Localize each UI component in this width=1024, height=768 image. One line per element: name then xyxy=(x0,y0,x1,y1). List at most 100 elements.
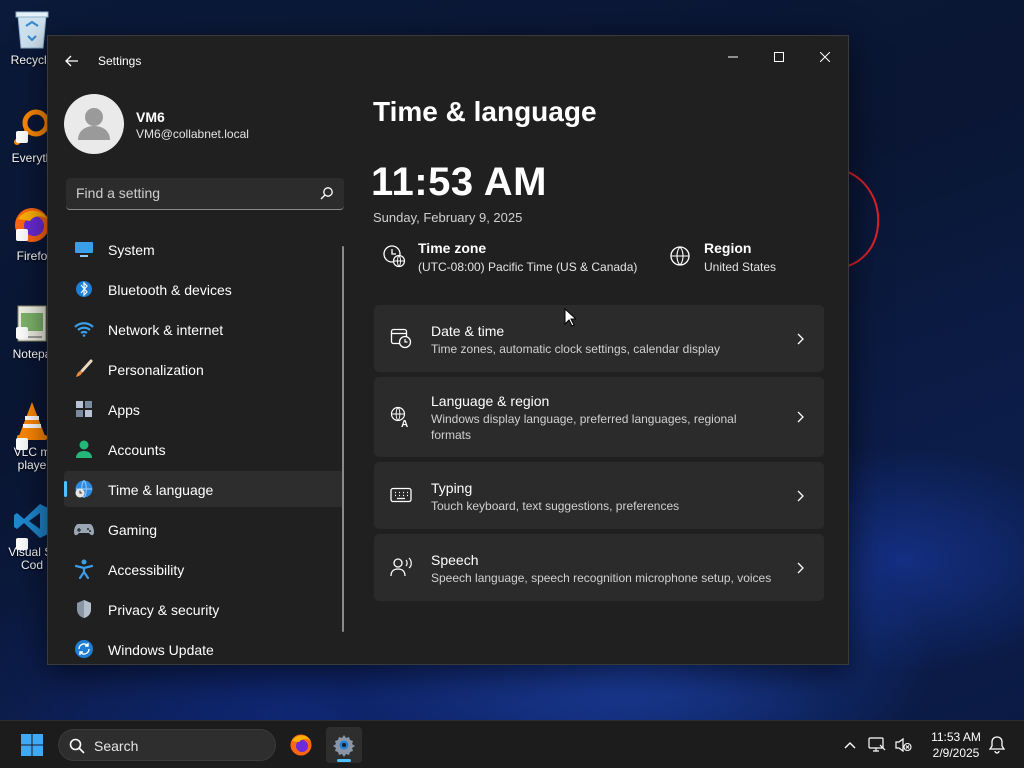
shield-icon xyxy=(74,599,94,619)
settings-window: Settings VM6 VM6@collabnet.local System … xyxy=(47,35,849,665)
timezone-value: (UTC-08:00) Pacific Time (US & Canada) xyxy=(418,260,638,274)
chevron-right-icon xyxy=(797,562,804,574)
sidebar-item-bluetooth[interactable]: Bluetooth & devices xyxy=(64,271,344,307)
card-description: Windows display language, preferred lang… xyxy=(431,412,737,442)
notification-bell-icon[interactable] xyxy=(987,735,1007,755)
avatar xyxy=(64,94,124,154)
monitor-icon xyxy=(74,239,94,259)
region-title: Region xyxy=(704,240,752,256)
shortcut-arrow-icon xyxy=(16,438,28,450)
minimize-button[interactable] xyxy=(710,42,756,72)
wifi-icon xyxy=(74,319,94,339)
sidebar-item-time-language[interactable]: Time & language xyxy=(64,471,344,507)
red-annotation-stroke xyxy=(847,171,880,267)
taskbar-search[interactable]: Search xyxy=(58,729,276,761)
sidebar-item-personalization[interactable]: Personalization xyxy=(64,351,344,387)
arrow-left-icon xyxy=(65,55,78,67)
date-time-card[interactable]: Date & time Time zones, automatic clock … xyxy=(374,305,824,372)
search-icon[interactable] xyxy=(320,186,334,200)
current-date: Sunday, February 9, 2025 xyxy=(373,210,523,225)
sidebar-item-label: Privacy & security xyxy=(108,602,220,618)
shortcut-arrow-icon xyxy=(16,538,28,550)
sidebar-nav: System Bluetooth & devices Network & int… xyxy=(64,231,344,671)
globe-clock-icon xyxy=(74,479,94,499)
search-icon xyxy=(69,738,85,754)
maximize-icon xyxy=(774,52,784,62)
sidebar-scrollbar[interactable] xyxy=(342,246,344,632)
user-email: VM6@collabnet.local xyxy=(136,127,249,141)
card-title: Typing xyxy=(431,480,473,496)
sidebar-item-label: Bluetooth & devices xyxy=(108,282,232,298)
timezone-title: Time zone xyxy=(418,240,487,256)
taskbar-settings[interactable] xyxy=(326,727,362,763)
calendar-clock-icon xyxy=(390,327,412,349)
sidebar-item-accessibility[interactable]: Accessibility xyxy=(64,551,344,587)
sidebar-item-label: Accessibility xyxy=(108,562,185,578)
settings-search[interactable] xyxy=(66,178,344,210)
sidebar-item-apps[interactable]: Apps xyxy=(64,391,344,427)
language-region-card[interactable]: A Language & region Windows display lang… xyxy=(374,377,824,457)
card-description: Touch keyboard, text suggestions, prefer… xyxy=(431,499,680,513)
sidebar-item-accounts[interactable]: Accounts xyxy=(64,431,344,467)
taskbar-firefox[interactable] xyxy=(283,727,319,763)
sidebar-item-privacy[interactable]: Privacy & security xyxy=(64,591,344,627)
close-button[interactable] xyxy=(802,42,848,72)
taskbar-time: 11:53 AM xyxy=(931,730,981,744)
card-description: Speech language, speech recognition micr… xyxy=(431,571,772,585)
volume-muted-icon[interactable] xyxy=(894,737,912,753)
sidebar-item-network[interactable]: Network & internet xyxy=(64,311,344,347)
minimize-icon xyxy=(728,56,738,58)
shortcut-arrow-icon xyxy=(16,327,28,339)
chevron-right-icon xyxy=(797,490,804,502)
language-icon: A xyxy=(390,406,412,428)
person-icon xyxy=(74,439,94,459)
svg-text:A: A xyxy=(401,419,408,428)
brush-icon xyxy=(74,359,94,379)
typing-card[interactable]: Typing Touch keyboard, text suggestions,… xyxy=(374,462,824,529)
windows-logo-icon xyxy=(21,734,43,756)
taskbar-clock[interactable]: 11:53 AM 2/9/2025 xyxy=(924,729,988,761)
chevron-right-icon xyxy=(797,333,804,345)
user-name: VM6 xyxy=(136,109,165,125)
person-silhouette-icon xyxy=(78,108,110,140)
sidebar-item-label: Gaming xyxy=(108,522,158,538)
taskbar-search-label: Search xyxy=(94,738,139,754)
network-icon[interactable] xyxy=(868,737,886,753)
sidebar-item-label: Personalization xyxy=(108,362,204,378)
region-value: United States xyxy=(704,260,777,274)
speech-card[interactable]: Speech Speech language, speech recogniti… xyxy=(374,534,824,601)
keyboard-icon xyxy=(390,484,412,506)
mouse-pointer-icon xyxy=(564,308,576,327)
show-hidden-icons-button[interactable] xyxy=(840,735,860,755)
shortcut-arrow-icon xyxy=(16,229,28,241)
speech-icon xyxy=(390,556,412,578)
maximize-button[interactable] xyxy=(756,42,802,72)
chevron-right-icon xyxy=(797,411,804,423)
globe-icon xyxy=(670,246,690,266)
update-icon xyxy=(74,639,94,659)
taskbar-date: 2/9/2025 xyxy=(932,746,980,760)
current-time: 11:53 AM xyxy=(371,160,547,204)
gear-icon xyxy=(333,735,355,757)
window-title: Settings xyxy=(98,54,142,68)
card-description: Time zones, automatic clock settings, ca… xyxy=(431,342,721,356)
bluetooth-icon xyxy=(74,279,94,299)
shortcut-arrow-icon xyxy=(16,131,28,143)
start-button[interactable] xyxy=(14,731,50,759)
back-button[interactable] xyxy=(62,51,82,71)
sidebar-item-label: Windows Update xyxy=(108,642,214,658)
settings-search-input[interactable] xyxy=(66,178,306,208)
chevron-up-icon xyxy=(844,742,856,749)
sidebar-item-system[interactable]: System xyxy=(64,231,344,267)
close-icon xyxy=(820,52,830,62)
firefox-icon xyxy=(290,734,312,756)
taskbar: Search 11:53 AM 2/9/2025 xyxy=(0,720,1024,768)
sidebar-item-label: Time & language xyxy=(108,482,214,498)
sidebar-item-gaming[interactable]: Gaming xyxy=(64,511,344,547)
sidebar-item-windows-update[interactable]: Windows Update xyxy=(64,631,344,667)
title-bar[interactable]: Settings xyxy=(48,36,848,86)
sidebar-item-label: System xyxy=(108,242,155,258)
globe-clock-icon xyxy=(383,245,406,268)
system-tray[interactable] xyxy=(868,733,920,757)
sidebar-item-label: Accounts xyxy=(108,442,166,458)
